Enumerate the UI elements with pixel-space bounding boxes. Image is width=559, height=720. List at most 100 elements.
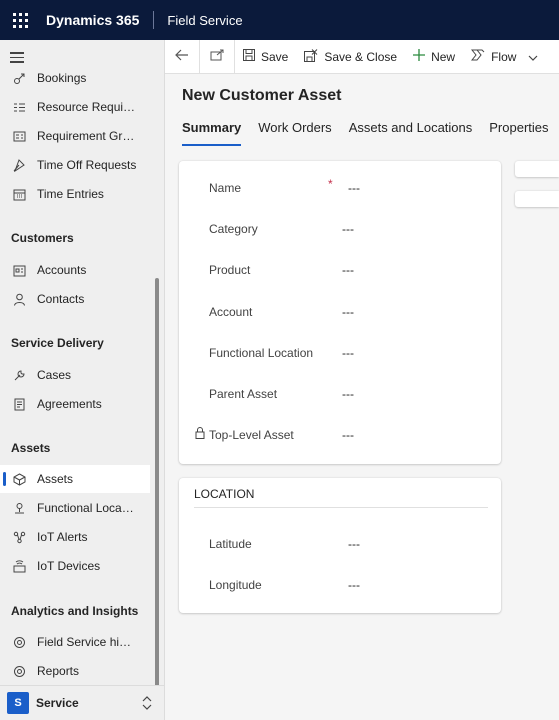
area-switcher[interactable]: S Service	[0, 685, 164, 720]
sidebar-item-label: IoT Alerts	[37, 530, 88, 544]
sidebar-item-label: Reports	[37, 664, 80, 678]
flow-label: Flow	[491, 49, 517, 64]
field-product[interactable]: Product ---	[209, 263, 499, 277]
app-subtitle[interactable]: Field Service	[167, 13, 242, 28]
iot-device-icon	[11, 558, 27, 574]
sidebar-item-agreements[interactable]: Agreements	[0, 390, 150, 418]
field-label-longitude: Longitude	[209, 578, 262, 592]
sidebar-item-label: IoT Devices	[37, 559, 101, 573]
sidebar-item-assets[interactable]: Assets	[0, 465, 150, 493]
field-label-latitude: Latitude	[209, 537, 252, 551]
field-value-account[interactable]: ---	[342, 305, 354, 319]
required-asterisk-icon: *	[328, 177, 333, 191]
back-button[interactable]	[165, 40, 199, 74]
sidebar-item-accounts[interactable]: Accounts	[0, 256, 150, 284]
sidebar: Bookings Resource Requirements Requireme…	[0, 40, 165, 720]
waffle-icon	[12, 12, 28, 28]
field-value-longitude[interactable]: ---	[348, 578, 360, 592]
sidebar-item-label: Time Entries	[37, 187, 104, 201]
field-value-functional-location[interactable]: ---	[342, 346, 354, 360]
bookings-icon	[11, 70, 27, 86]
new-label: New	[431, 49, 456, 64]
sidebar-item-label: Contacts	[37, 292, 85, 306]
section-header-analytics: Analytics and Insights	[11, 604, 139, 618]
form-title: New Customer Asset	[182, 87, 342, 104]
requirement-groups-icon	[11, 128, 27, 144]
save-icon	[243, 49, 255, 64]
tab-properties[interactable]: Properties	[489, 120, 548, 146]
accounts-icon	[11, 262, 27, 278]
sidebar-item-iot-alerts[interactable]: IoT Alerts	[0, 523, 150, 551]
lock-icon	[195, 427, 205, 442]
field-functional-location[interactable]: Functional Location ---	[209, 346, 499, 360]
top-navigation-bar: Dynamics 365 Field Service	[0, 0, 559, 40]
field-label-text: Name	[209, 181, 242, 195]
sidebar-item-contacts[interactable]: Contacts	[0, 285, 150, 313]
sidebar-item-iot-devices[interactable]: IoT Devices	[0, 552, 150, 580]
sidebar-item-time-off-requests[interactable]: Time Off Requests	[0, 151, 150, 179]
section-divider	[194, 507, 488, 508]
sidebar-item-label: Resource Requirements	[37, 100, 137, 114]
pop-out-icon	[210, 49, 224, 64]
time-off-icon	[11, 157, 27, 173]
summary-card: Name * --- Category --- Product --- Acco…	[179, 161, 501, 464]
sidebar-item-requirement-groups[interactable]: Requirement Groups	[0, 122, 150, 150]
save-and-close-button[interactable]: Save & Close	[296, 40, 405, 74]
save-close-icon	[304, 48, 318, 65]
sidebar-scrollbar[interactable]	[155, 278, 159, 718]
location-icon	[11, 500, 27, 516]
side-panel-card	[515, 191, 559, 207]
sidebar-item-label: Bookings	[37, 71, 87, 85]
sidebar-item-functional-locations[interactable]: Functional Locations	[0, 494, 150, 522]
field-label-category: Category	[209, 222, 258, 236]
sidebar-item-label: Cases	[37, 368, 72, 382]
asset-icon	[11, 471, 27, 487]
field-value-category[interactable]: ---	[342, 222, 354, 236]
person-icon	[11, 291, 27, 307]
tab-summary[interactable]: Summary	[182, 120, 242, 146]
field-name[interactable]: Name * ---	[209, 177, 499, 195]
side-panel-card	[515, 161, 559, 177]
sidebar-item-label: Requirement Groups	[37, 129, 137, 143]
field-label-text: Top-Level Asset	[209, 428, 294, 442]
field-account[interactable]: Account ---	[209, 305, 499, 319]
reports-icon	[11, 663, 27, 679]
new-button[interactable]: New	[405, 40, 463, 74]
plus-icon	[413, 49, 426, 64]
flow-icon	[471, 49, 485, 64]
field-latitude[interactable]: Latitude ---	[209, 537, 499, 551]
field-label-parent-asset: Parent Asset	[209, 387, 278, 401]
sidebar-item-cases[interactable]: Cases	[0, 361, 150, 389]
flow-button[interactable]: Flow	[463, 40, 546, 74]
field-parent-asset[interactable]: Parent Asset ---	[209, 387, 499, 401]
section-header-service-delivery: Service Delivery	[11, 336, 104, 350]
field-label-product: Product	[209, 263, 251, 277]
field-value-name[interactable]: ---	[348, 181, 360, 195]
sidebar-item-label: Functional Locations	[37, 501, 137, 515]
sidebar-item-reports[interactable]: Reports	[0, 657, 150, 685]
field-value-product[interactable]: ---	[342, 263, 354, 277]
area-badge: S	[7, 692, 29, 714]
hamburger-menu-icon[interactable]	[10, 52, 24, 63]
sidebar-item-field-service-historical-analytics[interactable]: Field Service historical analytics	[0, 628, 150, 656]
save-button[interactable]: Save	[235, 40, 296, 74]
wrench-icon	[11, 367, 27, 383]
sidebar-item-bookings[interactable]: Bookings	[0, 64, 150, 92]
chevron-down-icon[interactable]	[528, 50, 538, 64]
field-category[interactable]: Category ---	[209, 222, 499, 236]
section-title-location: LOCATION	[194, 487, 255, 501]
open-in-new-window-button[interactable]	[200, 40, 234, 74]
sidebar-item-resource-requirements[interactable]: Resource Requirements	[0, 93, 150, 121]
tab-assets-and-locations[interactable]: Assets and Locations	[349, 120, 473, 146]
field-label-top-level-asset: Top-Level Asset	[195, 427, 342, 442]
sidebar-item-time-entries[interactable]: Time Entries	[0, 180, 150, 208]
app-launcher-button[interactable]	[0, 0, 40, 40]
field-value-latitude[interactable]: ---	[348, 537, 360, 551]
sidebar-item-label: Assets	[37, 472, 74, 486]
app-title[interactable]: Dynamics 365	[46, 12, 139, 28]
field-label-functional-location: Functional Location	[209, 346, 314, 360]
field-value-parent-asset[interactable]: ---	[342, 387, 354, 401]
document-icon	[11, 396, 27, 412]
field-longitude[interactable]: Longitude ---	[209, 578, 499, 592]
tab-work-orders[interactable]: Work Orders	[258, 120, 331, 146]
